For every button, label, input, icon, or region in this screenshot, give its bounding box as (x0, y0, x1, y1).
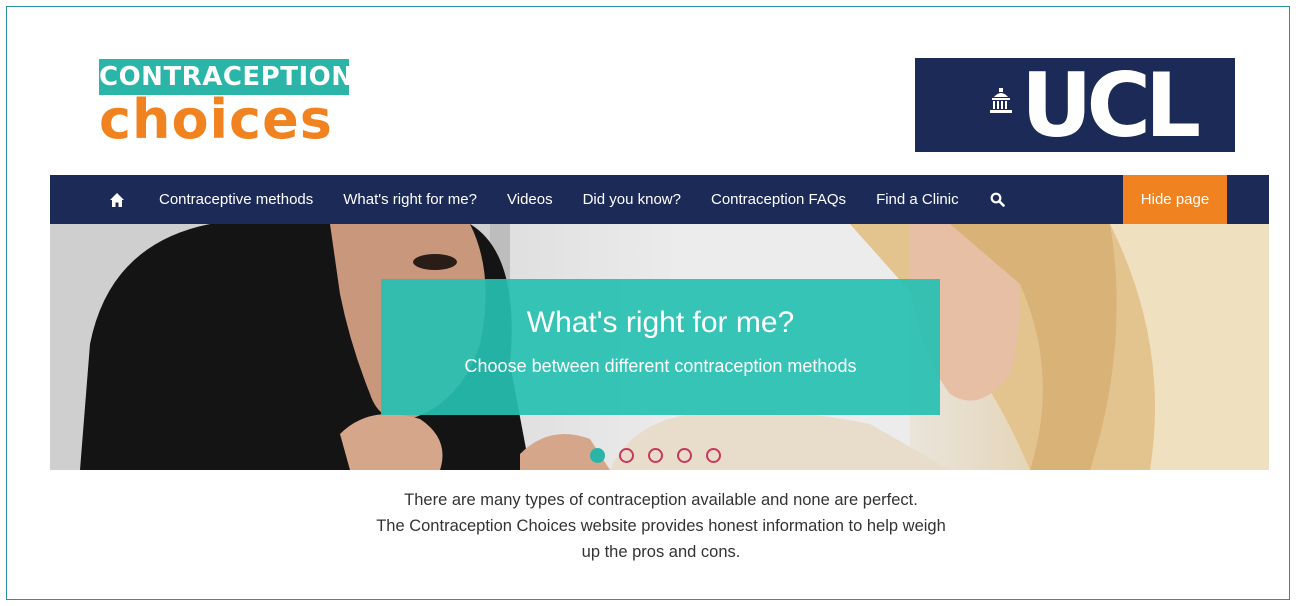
nav-item-find-a-clinic[interactable]: Find a Clinic (861, 175, 974, 224)
carousel-dot-5[interactable] (706, 448, 721, 463)
hero-carousel: What's right for me? Choose between diff… (50, 224, 1269, 470)
logo-bottom-text: choices (99, 88, 333, 151)
hide-page-button[interactable]: Hide page (1123, 175, 1227, 224)
nav-item-videos[interactable]: Videos (492, 175, 568, 224)
ucl-logo[interactable]: UCL (915, 58, 1235, 152)
ucl-text: UCL (1021, 58, 1201, 152)
hero-caption-box[interactable]: What's right for me? Choose between diff… (381, 279, 940, 415)
nav-item-contraception-faqs[interactable]: Contraception FAQs (696, 175, 861, 224)
nav-item-whats-right-for-me[interactable]: What's right for me? (328, 175, 492, 224)
intro-line-1: There are many types of contraception av… (404, 491, 918, 509)
search-icon[interactable] (988, 190, 1008, 210)
hero-title: What's right for me? (526, 306, 795, 339)
intro-line-3: up the pros and cons. (581, 543, 741, 561)
intro-line-2: The Contraception Choices website provid… (376, 517, 946, 535)
main-navbar: Contraceptive methods What's right for m… (50, 175, 1269, 224)
contraception-choices-logo[interactable]: CONTRACEPTION choices (99, 59, 353, 151)
portico-icon (990, 88, 1012, 113)
carousel-dot-3[interactable] (648, 448, 663, 463)
carousel-dot-4[interactable] (677, 448, 692, 463)
carousel-dot-1[interactable] (590, 448, 605, 463)
intro-text: There are many types of contraception av… (250, 487, 1072, 565)
carousel-indicators (590, 448, 721, 463)
carousel-dot-2[interactable] (619, 448, 634, 463)
hero-subtitle: Choose between different contraception m… (464, 356, 857, 376)
nav-item-did-you-know[interactable]: Did you know? (568, 175, 696, 224)
home-icon[interactable] (106, 189, 128, 211)
nav-item-contraceptive-methods[interactable]: Contraceptive methods (144, 175, 328, 224)
